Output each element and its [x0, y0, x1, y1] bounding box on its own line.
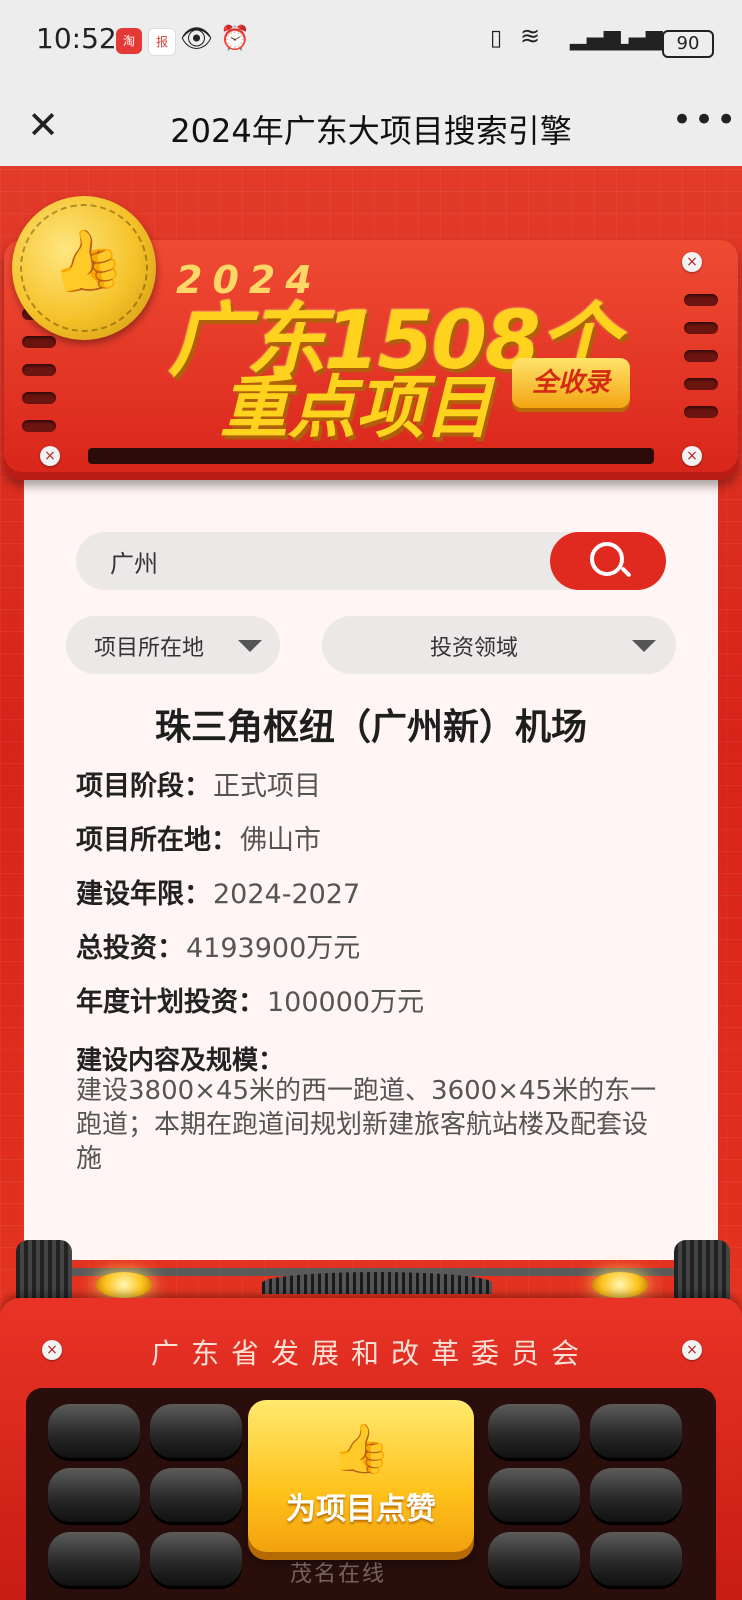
project-annual-value: 100000万元 [267, 987, 425, 1018]
thumbs-up-icon: 👍 [42, 219, 130, 304]
key-decor [590, 1404, 682, 1458]
more-icon[interactable]: ••• [672, 100, 736, 146]
vibrate-icon: ▯ [490, 26, 503, 51]
project-stage-label: 项目阶段： [76, 771, 211, 802]
location-filter-dropdown[interactable]: 项目所在地 [66, 616, 280, 674]
search-button[interactable] [550, 532, 666, 590]
banner-subheadline: 重点项目 [220, 369, 493, 448]
project-location-label: 项目所在地： [76, 825, 238, 856]
project-annual-investment: 年度计划投资：100000万元 [76, 980, 424, 1019]
project-total-value: 4193900万元 [186, 933, 361, 964]
screw-icon: × [682, 252, 702, 272]
key-decor [150, 1532, 242, 1586]
wifi-icon: ≋ [520, 22, 541, 50]
page-title: 2024年广东大项目搜索引擎 [170, 112, 572, 150]
key-decor [590, 1468, 682, 1522]
project-period-value: 2024-2027 [213, 879, 361, 910]
vent-decor [684, 378, 718, 390]
chevron-down-icon [632, 640, 656, 652]
project-location-value: 佛山市 [240, 825, 321, 856]
vent-decor [22, 336, 56, 348]
key-decor [48, 1532, 140, 1586]
eye-icon: 👁 [180, 24, 214, 54]
location-filter-label: 项目所在地 [94, 636, 205, 661]
project-title: 珠三角枢纽（广州新）机场 [154, 707, 587, 748]
like-project-button[interactable]: 👍 为项目点赞 [248, 1400, 474, 1552]
banner-badge: 全收录 [512, 358, 630, 408]
status-time: 10:52 [36, 22, 117, 55]
project-scope-label: 建设内容及规模： [76, 1046, 285, 1076]
search-icon-handle [620, 566, 632, 578]
watermark: 茂名在线 [290, 1562, 387, 1587]
alarm-icon: ⏰ [220, 24, 250, 52]
organization-name: 广东省发展和改革委员会 [150, 1337, 591, 1370]
lamp-right [592, 1272, 648, 1298]
project-period: 建设年限：2024-2027 [76, 872, 360, 911]
screw-icon: × [40, 446, 60, 466]
vent-decor [684, 406, 718, 418]
project-total-label: 总投资： [76, 933, 184, 964]
nav-bar: ✕ 2024年广东大项目搜索引擎 ••• [0, 84, 742, 166]
signal-icon-2: ▂▄▆ [612, 26, 663, 51]
search-icon [590, 542, 624, 576]
status-bar: 10:52 淘 报 👁 ⏰ ▯ ≋ ▂▄▆ ▂▄▆ 90 [0, 0, 742, 84]
project-annual-label: 年度计划投资： [76, 987, 265, 1018]
vent-decor [22, 420, 56, 432]
field-filter-dropdown[interactable]: 投资领域 [322, 616, 676, 674]
key-decor [590, 1532, 682, 1586]
paper-slot [88, 448, 654, 464]
thumbs-up-icon: 👍 [331, 1421, 391, 1477]
key-decor [48, 1404, 140, 1458]
project-period-label: 建设年限： [76, 879, 211, 910]
vent-decor [684, 322, 718, 334]
vent-decor [22, 364, 56, 376]
app-notification-icon: 淘 [116, 28, 142, 54]
project-location: 项目所在地：佛山市 [76, 818, 321, 857]
like-project-label: 为项目点赞 [286, 1492, 436, 1527]
key-decor [488, 1532, 580, 1586]
vent-decor [684, 350, 718, 362]
app-notification-icon-2: 报 [148, 28, 176, 56]
spring-decor [262, 1272, 492, 1294]
lamp-left [96, 1272, 152, 1298]
key-decor [488, 1468, 580, 1522]
vent-decor [22, 392, 56, 404]
vent-decor [684, 294, 718, 306]
key-decor [150, 1404, 242, 1458]
project-scope-text: 建设3800×45米的西一跑道、3600×45米的东一跑道；本期在跑道间规划新建… [76, 1076, 657, 1174]
key-decor [488, 1404, 580, 1458]
key-decor [150, 1468, 242, 1522]
search-bar [76, 532, 666, 590]
battery-indicator: 90 [662, 30, 714, 58]
screw-icon: × [682, 446, 702, 466]
project-total-investment: 总投资：4193900万元 [76, 926, 360, 965]
chevron-down-icon [238, 640, 262, 652]
project-stage-value: 正式项目 [213, 771, 321, 802]
key-decor [48, 1468, 140, 1522]
field-filter-label: 投资领域 [430, 636, 519, 661]
search-input[interactable] [110, 532, 530, 590]
project-stage: 项目阶段：正式项目 [76, 764, 321, 803]
